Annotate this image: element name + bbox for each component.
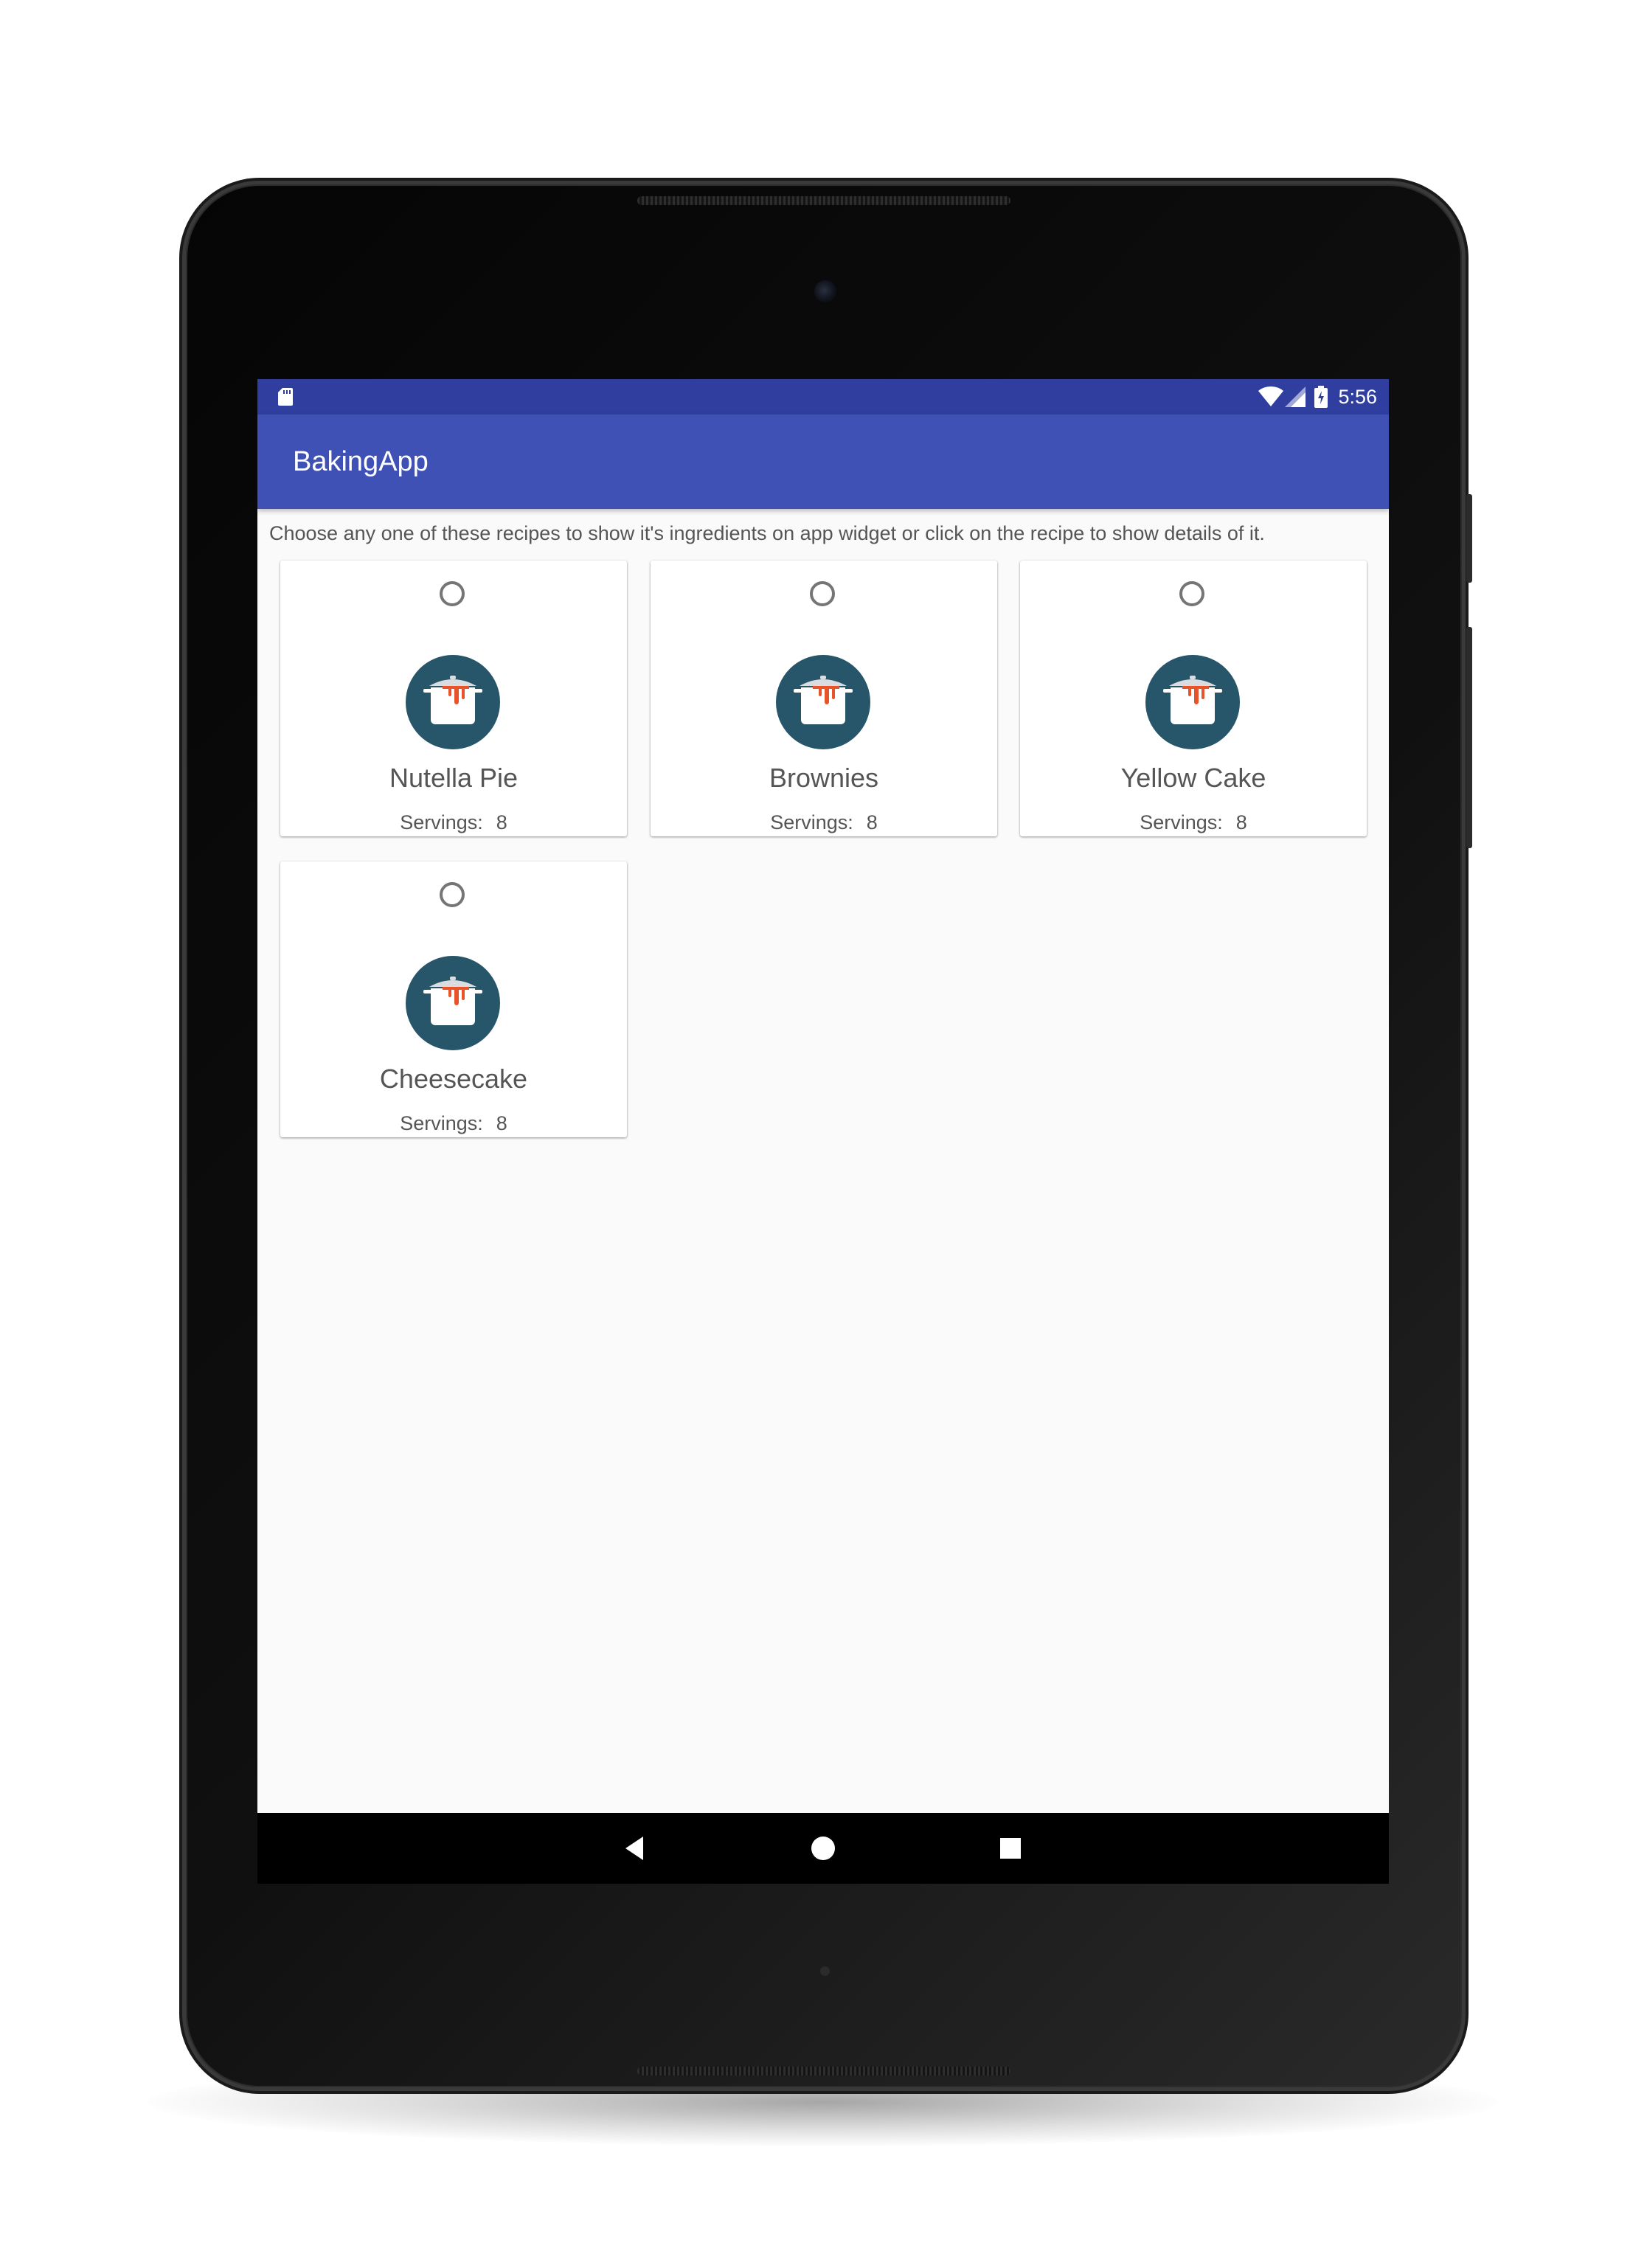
servings-label: Servings:	[400, 1112, 483, 1134]
servings-label: Servings:	[770, 811, 853, 833]
servings-row: Servings: 8	[1020, 811, 1367, 834]
back-icon[interactable]	[618, 1831, 653, 1866]
recipe-list: Choose any one of these recipes to show …	[257, 509, 1389, 1813]
page: 5:56 BakingApp Choose any one of these r…	[0, 0, 1647, 2268]
recipe-name: Cheesecake	[379, 1064, 528, 1094]
cell-signal-icon	[1285, 386, 1306, 407]
cooking-pot-icon	[776, 655, 870, 749]
app-title: BakingApp	[293, 446, 429, 477]
app-bar: BakingApp	[257, 415, 1389, 509]
recipe-name: Yellow Cake	[1120, 763, 1266, 793]
instruction-text: Choose any one of these recipes to show …	[269, 522, 1265, 544]
recipe-name: Nutella Pie	[389, 763, 519, 793]
recipe-card-brownies[interactable]: Brownies Servings: 8	[651, 561, 997, 836]
bottom-sensor	[820, 1966, 830, 1976]
recipe-name: Brownies	[769, 763, 879, 793]
wifi-icon	[1258, 386, 1284, 406]
servings-row: Servings: 8	[651, 811, 997, 834]
status-time: 5:56	[1338, 385, 1377, 408]
servings-value: 8	[496, 1112, 507, 1134]
cooking-pot-icon	[1145, 655, 1240, 749]
volume-button	[1466, 627, 1472, 848]
servings-row: Servings: 8	[280, 1112, 627, 1135]
servings-label: Servings:	[1140, 811, 1223, 833]
home-icon[interactable]	[805, 1831, 841, 1866]
servings-value: 8	[866, 811, 878, 833]
servings-value: 8	[496, 811, 507, 833]
servings-row: Servings: 8	[280, 811, 627, 834]
cooking-pot-icon	[406, 655, 500, 749]
sd-card-icon	[278, 388, 293, 406]
recipe-card-yellow-cake[interactable]: Yellow Cake Servings: 8	[1020, 561, 1367, 836]
servings-label: Servings:	[400, 811, 483, 833]
recipe-card-cheesecake[interactable]: Cheesecake Servings: 8	[280, 861, 627, 1137]
status-icons: 5:56	[1258, 379, 1377, 415]
screen: 5:56 BakingApp Choose any one of these r…	[257, 379, 1389, 1884]
navigation-bar	[257, 1813, 1389, 1884]
servings-value: 8	[1235, 811, 1247, 833]
power-button	[1466, 494, 1472, 583]
front-camera	[814, 280, 836, 302]
recents-icon[interactable]	[993, 1831, 1028, 1866]
recipe-card-nutella-pie[interactable]: Nutella Pie Servings: 8	[280, 561, 627, 836]
battery-charging-icon	[1314, 386, 1328, 408]
status-bar: 5:56	[257, 379, 1389, 415]
recipe-radio-button[interactable]	[1179, 581, 1204, 606]
recipe-radio-button[interactable]	[440, 882, 465, 907]
recipe-radio-button[interactable]	[440, 581, 465, 606]
recipe-radio-button[interactable]	[810, 581, 835, 606]
cooking-pot-icon	[406, 956, 500, 1050]
top-speaker-grille	[637, 196, 1010, 205]
bottom-speaker-grille	[637, 2067, 1010, 2075]
